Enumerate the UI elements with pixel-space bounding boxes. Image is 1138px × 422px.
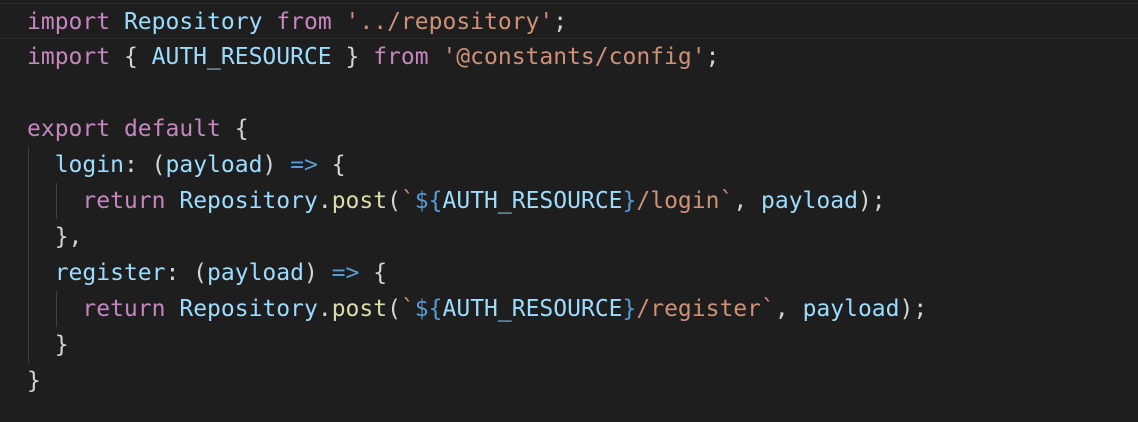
code-token-plain: ,	[774, 296, 803, 322]
code-token-variable: payload	[761, 188, 858, 214]
code-token-keyword: return	[82, 188, 166, 214]
code-token-operator: ${	[414, 296, 443, 322]
code-line-text: }	[27, 327, 69, 363]
code-token-keyword: from	[276, 9, 332, 35]
code-line[interactable]	[0, 75, 1138, 111]
code-line-text: register: (payload) => {	[27, 255, 387, 291]
code-token-operator: =>	[290, 152, 318, 178]
code-token-plain: );	[899, 296, 928, 322]
code-token-string: /login`	[636, 188, 734, 214]
code-token-variable: AUTH_RESOURCE	[151, 44, 332, 70]
code-token-variable: Repository	[179, 188, 318, 214]
code-token-string: '../repository'	[345, 9, 554, 35]
code-line-text: login: (payload) => {	[27, 147, 346, 183]
code-token-operator: =>	[331, 260, 360, 286]
code-token-variable: payload	[165, 152, 263, 178]
code-token-plain: ,	[733, 188, 762, 214]
code-token-variable: payload	[207, 260, 304, 286]
code-line[interactable]: import { AUTH_RESOURCE } from '@constant…	[0, 39, 1138, 75]
code-token-keyword: default	[123, 116, 221, 142]
code-token-plain: : (	[123, 152, 166, 178]
code-line[interactable]: },	[0, 219, 1138, 255]
code-token-plain: );	[857, 188, 886, 214]
code-token-plain: }	[27, 332, 69, 358]
code-line-text: return Repository.post(`${AUTH_RESOURCE}…	[27, 183, 886, 219]
code-token-plain: }	[331, 44, 374, 70]
code-token-operator: }	[622, 296, 637, 322]
code-token-plain: )	[262, 152, 291, 178]
code-token-plain: {	[359, 260, 388, 286]
code-line-text: }	[27, 363, 41, 399]
code-token-keyword: import	[27, 9, 111, 35]
code-line-text: return Repository.post(`${AUTH_RESOURCE}…	[27, 291, 927, 327]
code-line[interactable]: return Repository.post(`${AUTH_RESOURCE}…	[0, 183, 1138, 219]
code-token-operator: }	[622, 188, 637, 214]
code-editor[interactable]: import Repository from '../repository'; i…	[0, 0, 1138, 422]
code-token-variable: login	[54, 152, 124, 178]
code-token-function: post	[331, 296, 388, 322]
code-line-text: import Repository from '../repository';	[27, 4, 567, 40]
code-token-plain: {	[110, 44, 152, 70]
code-token-string: /register`	[636, 296, 775, 322]
code-token-plain: {	[317, 152, 346, 178]
code-token-variable: AUTH_RESOURCE	[442, 296, 623, 322]
code-token-variable: register	[54, 260, 166, 286]
code-line[interactable]: export default {	[0, 111, 1138, 147]
code-token-plain: .	[317, 188, 332, 214]
code-token-plain: )	[303, 260, 332, 286]
code-token-plain: : (	[165, 260, 208, 286]
code-line-text: },	[27, 219, 83, 255]
code-token-keyword: import	[27, 44, 111, 70]
code-token-plain: (	[387, 188, 401, 214]
code-line-text: import { AUTH_RESOURCE } from '@constant…	[27, 39, 719, 75]
code-token-variable: payload	[802, 296, 900, 322]
code-token-string: `	[400, 296, 415, 322]
code-token-variable: Repository	[179, 296, 318, 322]
code-line[interactable]: }	[0, 363, 1138, 399]
code-token-variable: Repository	[123, 9, 263, 35]
code-token-keyword: export	[27, 116, 111, 142]
code-token-string: `	[400, 188, 415, 214]
code-token-keyword: return	[82, 296, 166, 322]
code-token-variable: AUTH_RESOURCE	[442, 188, 623, 214]
code-token-operator: ${	[414, 188, 443, 214]
code-line[interactable]: return Repository.post(`${AUTH_RESOURCE}…	[0, 291, 1138, 327]
code-token-function: post	[331, 188, 388, 214]
code-token-plain: .	[317, 296, 332, 322]
code-token-string: '@constants/config'	[442, 44, 706, 70]
code-token-plain: ;	[705, 44, 720, 70]
code-token-keyword: from	[373, 44, 429, 70]
code-token-plain: }	[27, 368, 41, 394]
code-line[interactable]: register: (payload) => {	[0, 255, 1138, 291]
code-line[interactable]: }	[0, 327, 1138, 363]
code-token-plain: ;	[553, 9, 568, 35]
code-line[interactable]: login: (payload) => {	[0, 147, 1138, 183]
code-token-plain: },	[27, 224, 83, 250]
code-token-plain: (	[387, 296, 401, 322]
code-line[interactable]: import Repository from '../repository';	[0, 3, 1138, 39]
code-line-text: export default {	[27, 111, 249, 147]
code-token-plain: {	[220, 116, 249, 142]
